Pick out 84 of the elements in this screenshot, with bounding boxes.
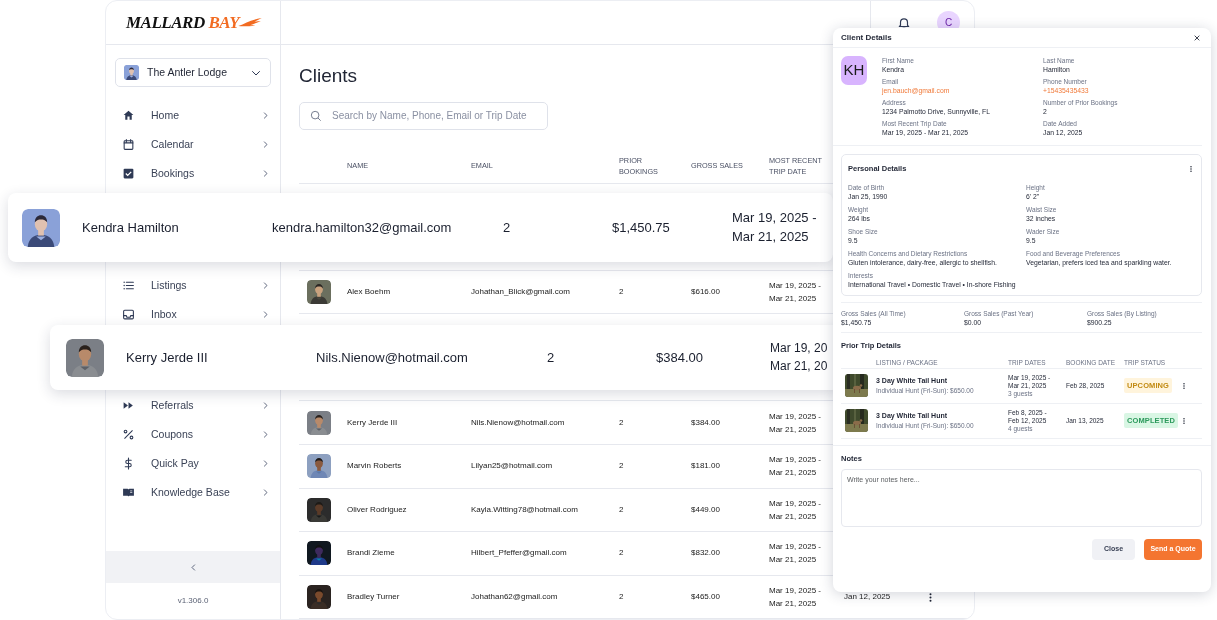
table-cell-text: 2: [619, 591, 625, 604]
table-cell-text: Kerry Jerde III: [347, 416, 399, 429]
nav-item[interactable]: Calendar: [106, 136, 280, 153]
kebab-menu-icon[interactable]: [1180, 416, 1188, 425]
table-cell-text: Nils.Nienow@hotmail.com: [471, 416, 566, 429]
nav-item[interactable]: Coupons: [106, 426, 280, 443]
client-name: Kerry Jerde III: [126, 348, 209, 367]
table-cell-text: Hilbert_Pfeffer@gmail.com: [471, 547, 568, 560]
table-cell-text: 2: [619, 503, 625, 516]
nav-item[interactable]: Inbox: [106, 306, 280, 323]
table-cell-text: 2: [619, 547, 625, 560]
chevron-right-icon: [261, 459, 270, 468]
gross-sales-amount: $384.00: [656, 348, 704, 367]
page-title: Clients: [299, 65, 358, 88]
client-avatar: KH: [841, 56, 867, 85]
account-select[interactable]: The Antler Lodge: [115, 58, 271, 87]
table-cell-text: Marvin Roberts: [347, 460, 403, 473]
chevron-right-icon: [261, 169, 270, 178]
nav-item[interactable]: Home: [106, 107, 280, 124]
table-cell-text: Bradley Turner: [347, 591, 401, 604]
kebab-menu-icon[interactable]: [1180, 381, 1188, 390]
chevron-right-icon: [261, 310, 270, 319]
table-cell-text: Mar 19, 2025 - Mar 21, 2025: [769, 410, 823, 436]
panel-title: Client Details: [841, 31, 892, 44]
calendar-icon: [122, 138, 135, 151]
home-icon: [122, 109, 135, 122]
table-cell-text: Jan 12, 2025: [843, 591, 892, 604]
dollar-icon: [122, 457, 135, 470]
search-icon: [309, 108, 323, 123]
search-field[interactable]: Search by Name, Phone, Email or Trip Date: [299, 101, 548, 130]
nav-item[interactable]: Listings: [106, 277, 280, 294]
kebab-menu-icon[interactable]: [1187, 164, 1195, 173]
table-cell-text: 2: [619, 286, 625, 299]
table-cell-text: Mar 19, 2025 - Mar 21, 2025: [769, 279, 823, 306]
inbox-icon: [122, 308, 135, 321]
table-cell-text: Mar 19, 2025 - Mar 21, 2025: [769, 584, 823, 611]
client-email: Nils.Nienow@hotmail.com: [316, 348, 469, 367]
table-cell-text: Alex Boehm: [347, 286, 392, 299]
book-icon: [122, 486, 135, 499]
nav-item[interactable]: Quick Pay: [106, 455, 280, 472]
table-cell-text: 2: [619, 460, 625, 473]
table-cell-text: Mar 19, 2025 - Mar 21, 2025: [769, 454, 823, 480]
prior-bookings-count: 2: [503, 218, 512, 237]
trip-dates: Mar 19, 20 Mar 21, 20: [770, 340, 828, 375]
table-cell-text: 2: [619, 416, 625, 429]
chevron-right-icon: [261, 140, 270, 149]
table-cell-text: Kayla.Witting78@hotmail.com: [471, 503, 579, 516]
table-cell-text: Lilyan25@hotmail.com: [471, 460, 554, 473]
prior-bookings-count: 2: [547, 348, 556, 367]
table-cell-text: $449.00: [691, 503, 721, 516]
table-cell-text: Brandi Zieme: [347, 547, 396, 560]
table-cell-text: $384.00: [691, 416, 721, 429]
chevron-right-icon: [261, 401, 270, 410]
nav-item[interactable]: Knowledge Base: [106, 484, 280, 501]
table-cell-text: Johathan62@gmail.com: [471, 591, 559, 604]
table-cell-text: $181.00: [691, 460, 721, 473]
client-name: Kendra Hamilton: [82, 218, 180, 237]
checkbox-icon: [122, 167, 135, 180]
close-button[interactable]: [1193, 33, 1201, 42]
logo-text: MALLARD BAY: [126, 11, 240, 34]
table-cell-text: Oliver Rodriguez: [347, 503, 408, 516]
chevron-right-icon: [261, 111, 270, 120]
list-icon: [122, 279, 135, 292]
table-cell-text: $465.00: [691, 591, 721, 604]
table-cell-text: $616.00: [691, 286, 721, 299]
chevron-right-icon: [261, 488, 270, 497]
notification-button[interactable]: [897, 15, 911, 30]
table-cell-text: Johathan_Blick@gmail.com: [471, 286, 571, 299]
chevron-left-icon: [188, 562, 198, 572]
close-icon: [1193, 33, 1201, 42]
table-cell-text: Mar 19, 2025 - Mar 21, 2025: [769, 541, 823, 567]
table-cell-text: $832.00: [691, 547, 721, 560]
gross-sales-amount: $1,450.75: [612, 218, 671, 237]
trip-dates: Mar 19, 2025 - Mar 21, 2025: [732, 208, 817, 246]
chevron-right-icon: [261, 430, 270, 439]
version-text: v1.306.0: [176, 595, 210, 607]
client-email: kendra.hamilton32@gmail.com: [272, 218, 453, 237]
table-cell-text: Mar 19, 2025 - Mar 21, 2025: [769, 497, 823, 523]
nav-item[interactable]: Bookings: [106, 165, 280, 182]
nav-item[interactable]: Referrals: [106, 397, 280, 414]
chevron-right-icon: [261, 281, 270, 290]
bell-icon: [897, 15, 911, 30]
account-name: The Antler Lodge: [147, 64, 228, 80]
percent-icon: [122, 428, 135, 441]
